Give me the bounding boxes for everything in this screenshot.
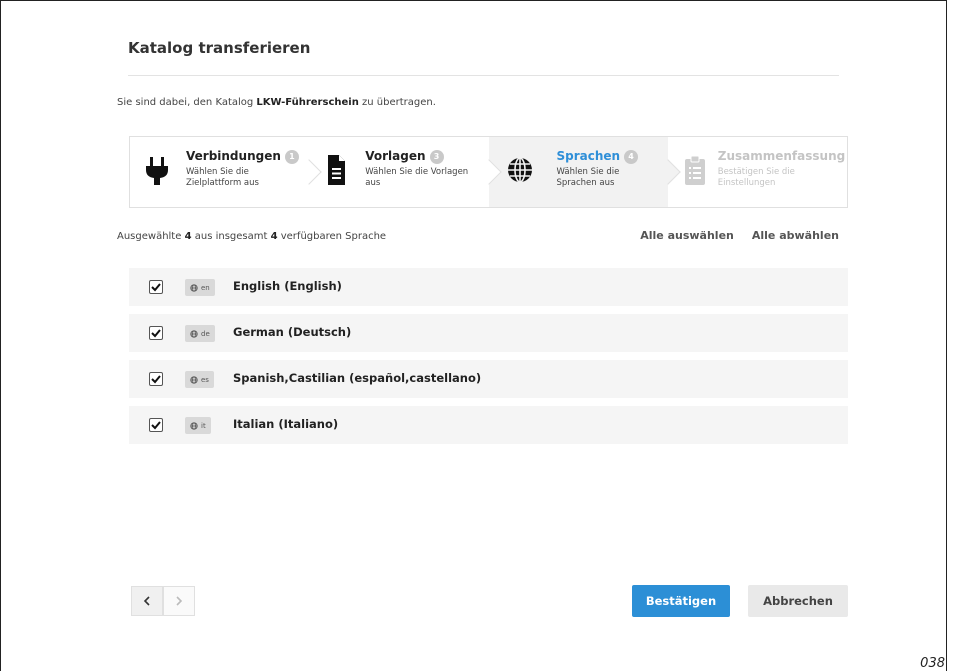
selection-summary: Ausgewählte 4 aus insgesamt 4 verfügbare… [117, 231, 386, 242]
step-title: Zusammenfassung [718, 149, 845, 163]
dialog-title: Katalog transferieren [128, 39, 311, 57]
previous-button[interactable] [131, 586, 163, 616]
language-checkbox[interactable] [149, 280, 163, 294]
language-row-es[interactable]: es Spanish,Castilian (español,castellano… [129, 360, 848, 398]
pagination [131, 586, 195, 616]
clipboard-list-icon [684, 155, 705, 185]
language-checkbox[interactable] [149, 326, 163, 340]
cancel-button[interactable]: Abbrechen [748, 585, 848, 617]
step-number-badge: 1 [284, 150, 299, 164]
intro-suffix: zu übertragen. [358, 97, 436, 108]
select-links: Alle auswählen Alle abwählen [640, 229, 839, 242]
language-code: en [201, 283, 210, 292]
language-checkbox[interactable] [149, 372, 163, 386]
step-description: Wählen Sie die Vorlagen aus [365, 167, 469, 188]
checkmark-icon [151, 375, 161, 384]
step-title-text: Vorlagen [365, 149, 426, 163]
language-name: English (English) [233, 279, 342, 293]
step-title: Vorlagen 3 [365, 149, 444, 164]
language-code-badge: it [185, 417, 211, 434]
checkmark-icon [151, 421, 161, 430]
language-name: Italian (Italiano) [233, 417, 339, 431]
language-row-en[interactable]: en English (English) [129, 268, 848, 306]
globe-icon [190, 283, 198, 292]
step-title-text: Zusammenfassung [717, 149, 846, 163]
language-row-it[interactable]: it Italian (Italiano) [129, 406, 848, 444]
step-templates[interactable]: Vorlagen 3 Wählen Sie die Vorlagen aus [309, 137, 502, 207]
next-button[interactable] [163, 586, 195, 616]
language-code: es [201, 375, 209, 384]
plug-icon [146, 157, 168, 185]
step-connections[interactable]: Verbindungen 1 Wählen Sie die Zielplattfo… [130, 137, 322, 207]
selected-count: 4 [184, 231, 192, 242]
select-all-link[interactable]: Alle auswählen [640, 229, 734, 242]
step-title: Verbindungen 1 [186, 149, 299, 164]
globe-icon [190, 375, 198, 384]
language-code: it [201, 421, 206, 430]
checkmark-icon [151, 283, 161, 292]
step-title-text: Sprachen [556, 149, 621, 163]
confirm-button[interactable]: Bestätigen [632, 585, 730, 617]
step-number-badge: 3 [429, 150, 444, 164]
step-title-text: Verbindungen [186, 149, 281, 163]
chevron-left-icon [143, 596, 150, 606]
globe-icon [190, 421, 198, 430]
summary-middle: aus insgesamt [191, 231, 271, 242]
globe-icon [190, 329, 198, 338]
intro-prefix: Sie sind dabei, den Katalog [117, 97, 257, 108]
chevron-right-icon [176, 596, 183, 606]
language-row-de[interactable]: de German (Deutsch) [129, 314, 848, 352]
step-title: Sprachen 4 [557, 149, 639, 164]
total-count: 4 [270, 231, 278, 242]
summary-prefix: Ausgewählte [117, 231, 185, 242]
language-name: German (Deutsch) [233, 325, 352, 339]
title-divider [128, 75, 839, 76]
step-summary: Zusammenfassung Bestätigen Sie die Einst… [668, 137, 847, 207]
checkmark-icon [151, 329, 161, 338]
summary-suffix: verfügbaren Sprache [277, 231, 387, 242]
language-code: de [201, 329, 210, 338]
step-description: Bestätigen Sie die Einstellungen [717, 167, 795, 188]
language-list: en English (English) de German (Deutsch)… [129, 268, 848, 452]
transfer-catalog-dialog: Katalog transferieren Sie sind dabei, de… [117, 0, 848, 671]
wizard-steps: Verbindungen 1 Wählen Sie die Zielplattfo… [129, 136, 848, 208]
language-checkbox[interactable] [149, 418, 163, 432]
language-code-badge: de [185, 325, 215, 342]
language-code-badge: es [185, 371, 214, 388]
language-code-badge: en [185, 279, 215, 296]
intro-text: Sie sind dabei, den Katalog LKW-Führersc… [117, 97, 436, 108]
globe-icon [507, 157, 532, 183]
catalog-name: LKW-Führerschein [256, 97, 359, 108]
deselect-all-link[interactable]: Alle abwählen [752, 229, 839, 242]
page-number: 038 [920, 656, 945, 671]
document-icon [328, 155, 346, 185]
step-description: Wählen Sie die Zielplattform aus [186, 167, 259, 188]
step-languages[interactable]: Sprachen 4 Wählen Sie die Sprachen aus [488, 137, 681, 207]
step-description: Wählen Sie die Sprachen aus [556, 167, 620, 188]
step-number-badge: 4 [624, 150, 639, 164]
language-name: Spanish,Castilian (español,castellano) [233, 371, 482, 385]
